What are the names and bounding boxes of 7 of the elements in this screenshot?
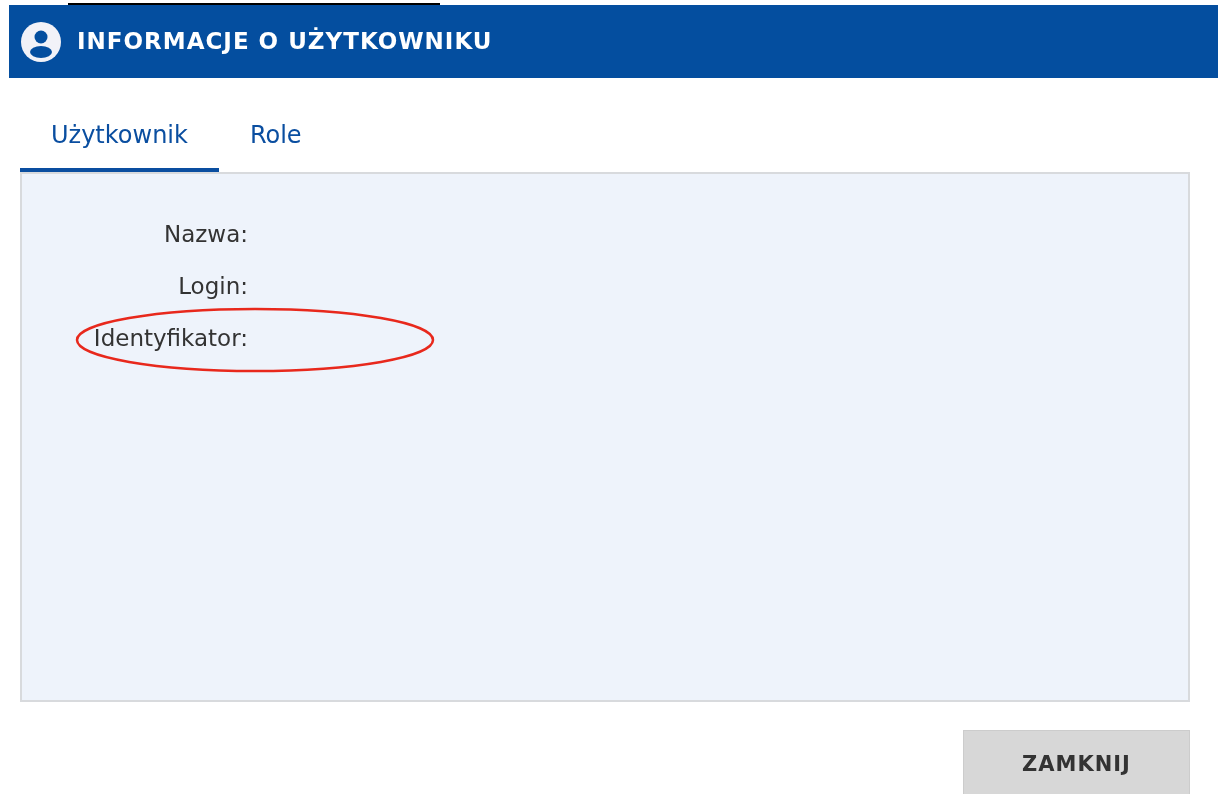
user-icon: [21, 21, 61, 62]
tab[interactable]: Role: [218, 103, 333, 172]
dialog-title: INFORMACJE O UŻYTKOWNIKU: [77, 26, 493, 57]
field-label: Nazwa:: [162, 219, 248, 249]
field-label: Identyfikator:: [92, 323, 248, 353]
field-label: Login:: [177, 271, 248, 301]
close-button[interactable]: ZAMKNIJ: [963, 730, 1190, 794]
